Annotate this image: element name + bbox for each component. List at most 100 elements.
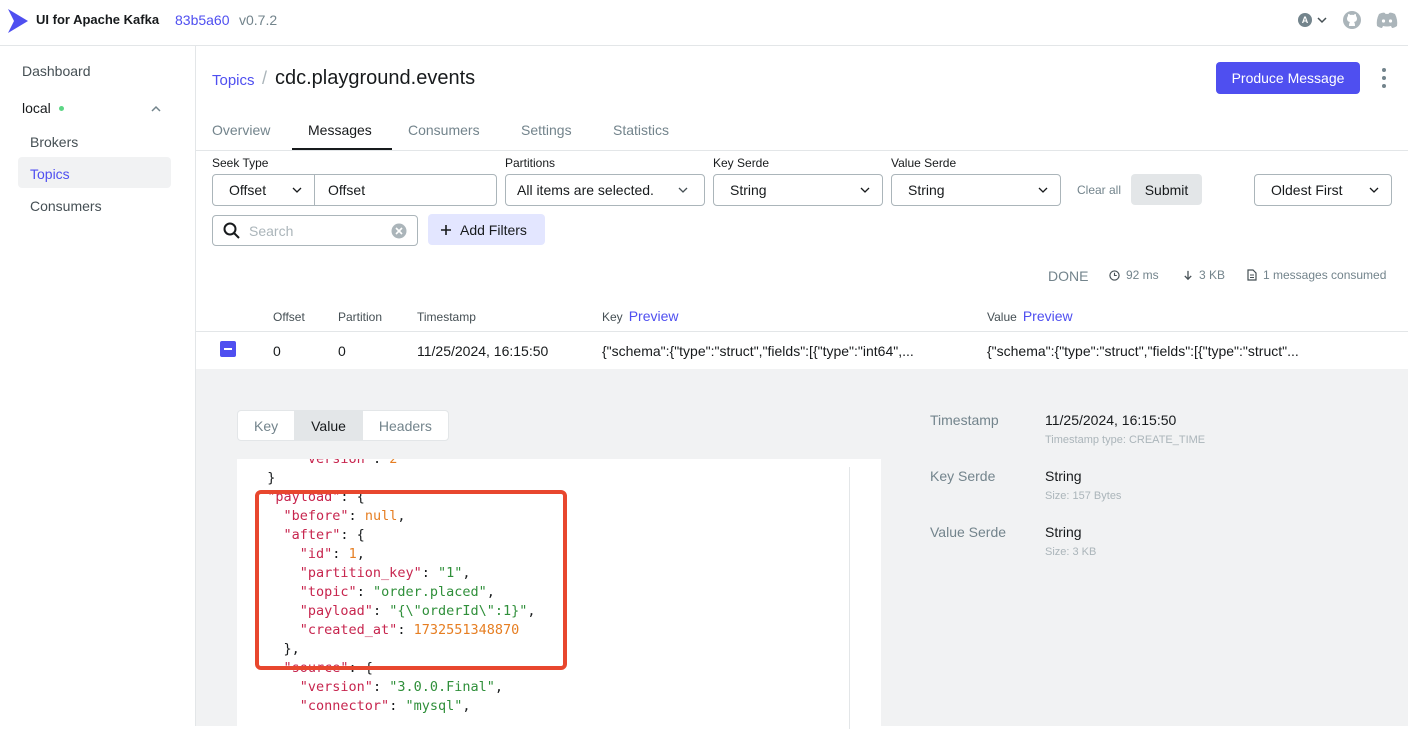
chevron-down-icon [678,187,688,193]
sidebar-cluster-local[interactable]: local [22,100,172,120]
search-input[interactable]: Search [212,215,418,246]
sidebar-item-brokers[interactable]: Brokers [30,134,78,150]
status-size: 3 KB [1183,268,1225,282]
status-time: 92 ms [1109,268,1159,282]
detail-tab-value[interactable]: Value [295,411,363,440]
col-key-label: Key [602,310,623,324]
offset-input-value: Offset [328,182,366,198]
breadcrumb-separator: / [262,68,268,88]
col-key-header: Key Preview [602,308,678,324]
meta-value-size: Size: 3 KB [1045,546,1097,558]
cluster-status-dot [59,106,65,112]
meta-key-serde-label: Key Serde [930,468,996,484]
search-placeholder: Search [249,223,294,239]
status-size-value: 3 KB [1199,268,1226,282]
meta-timestamp-type: Timestamp type: CREATE_TIME [1045,434,1206,446]
chevron-up-icon [151,105,161,112]
tab-statistics[interactable]: Statistics [613,122,669,138]
discord-icon[interactable] [1376,11,1398,29]
add-filters-button[interactable]: Add Filters [428,214,545,245]
clear-search-icon[interactable] [391,223,407,239]
detail-tab-headers[interactable]: Headers [363,411,448,440]
key-serde-label: Key Serde [713,156,770,170]
main-content: Topics / cdc.playground.events Produce M… [196,46,1408,729]
top-icons: A [1298,10,1398,30]
tab-consumers[interactable]: Consumers [408,122,480,138]
key-serde-select[interactable]: String [713,174,883,206]
github-icon[interactable] [1342,10,1362,30]
offset-input[interactable]: Offset [314,174,497,206]
app-name[interactable]: UI for Apache Kafka [36,12,159,27]
col-timestamp-header: Timestamp [417,310,476,324]
sidebar-item-topics[interactable]: Topics [30,166,70,182]
clock-icon [1109,269,1120,281]
partitions-value: All items are selected. [517,182,654,198]
produce-message-button[interactable]: Produce Message [1216,62,1360,94]
topic-tabs: Overview Messages Consumers Settings Sta… [196,108,1408,151]
cluster-name: local [22,100,51,116]
chevron-down-icon [860,187,870,193]
tab-overview[interactable]: Overview [212,122,270,138]
tab-settings[interactable]: Settings [521,122,572,138]
value-preview-link[interactable]: Preview [1023,308,1073,324]
json-scrollbar[interactable] [849,467,850,729]
version-hash-link[interactable]: 83b5a60 [175,12,230,28]
col-offset-header: Offset [273,310,305,324]
meta-value-serde-value: String [1045,524,1082,540]
meta-timestamp-label: Timestamp [930,412,999,428]
row-timestamp: 11/25/2024, 16:15:50 [417,343,549,359]
col-value-label: Value [987,310,1017,324]
col-value-header: Value Preview [987,308,1073,324]
meta-key-serde-value: String [1045,468,1082,484]
meta-value-serde-label: Value Serde [930,524,1007,540]
active-tab-indicator [292,148,392,150]
value-serde-value: String [908,182,945,198]
highlight-annotation-box [255,490,567,670]
value-serde-select[interactable]: String [891,174,1061,206]
tab-messages[interactable]: Messages [308,122,372,138]
col-partition-header: Partition [338,310,383,324]
page-title: cdc.playground.events [275,67,476,89]
status-consumed: 1 messages consumed [1247,268,1386,282]
submit-button[interactable]: Submit [1131,174,1202,205]
sidebar-item-consumers[interactable]: Consumers [30,198,102,214]
key-preview-link[interactable]: Preview [629,308,679,324]
seek-type-label: Seek Type [212,156,269,170]
partitions-select[interactable]: All items are selected. [505,174,705,206]
user-menu[interactable]: A [1298,13,1328,27]
breadcrumb-topics-link[interactable]: Topics [212,72,255,89]
chevron-down-icon [1369,187,1379,193]
sort-order-value: Oldest First [1271,182,1343,198]
sidebar-item-dashboard[interactable]: Dashboard [22,63,91,79]
avatar: A [1298,13,1312,27]
seek-type-select[interactable]: Offset [212,174,315,206]
message-detail-panel: Key Value Headers "version": 2 } "payloa… [196,369,1408,729]
kafka-logo-icon[interactable] [6,7,30,35]
table-divider [196,331,1408,332]
seek-type-value: Offset [229,182,267,198]
search-icon [223,222,240,239]
clear-all-button[interactable]: Clear all [1077,183,1121,197]
key-serde-value: String [730,182,767,198]
chevron-down-icon [1038,187,1048,193]
file-icon [1247,269,1257,281]
value-serde-label: Value Serde [891,156,957,170]
row-partition: 0 [338,343,346,359]
more-options-icon[interactable] [1376,68,1392,88]
arrow-down-icon [1184,270,1192,280]
plus-icon [441,224,451,235]
sort-order-select[interactable]: Oldest First [1254,174,1392,206]
version-number: v0.7.2 [239,12,278,28]
meta-key-size: Size: 157 Bytes [1045,490,1122,502]
top-bar: UI for Apache Kafka 83b5a60 v0.7.2 A [0,0,1408,46]
detail-tab-key[interactable]: Key [238,411,296,440]
row-offset: 0 [273,343,281,359]
status-consumed-value: 1 messages consumed [1263,268,1387,282]
status-time-value: 92 ms [1126,268,1159,282]
chevron-down-icon [1317,17,1327,24]
collapse-row-icon[interactable] [220,341,236,357]
row-key[interactable]: {"schema":{"type":"struct","fields":[{"t… [602,343,947,359]
chevron-down-icon [292,187,302,193]
status-state: DONE [1048,268,1089,284]
row-value[interactable]: {"schema":{"type":"struct","fields":[{"t… [987,343,1332,359]
